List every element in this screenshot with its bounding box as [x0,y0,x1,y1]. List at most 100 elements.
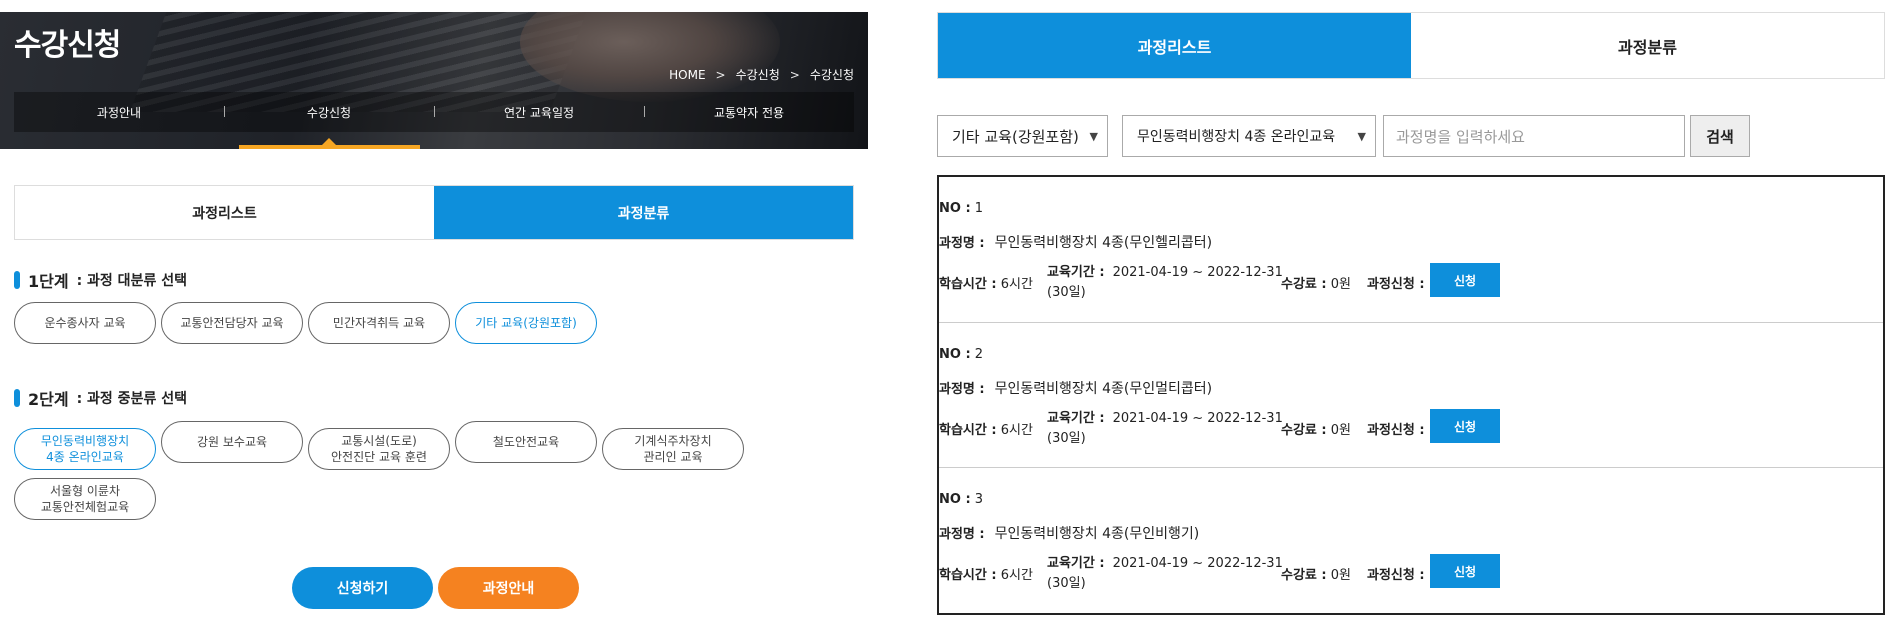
period-days: (30일) [1047,431,1086,446]
tab-course-category[interactable]: 과정분류 [434,186,853,239]
step1-heading: 1단계 : 과정 대분류 선택 [14,268,187,292]
page-title: 수강신청 [14,28,121,63]
study-hours: 학습시간 : 6시간 [939,564,1033,583]
hours-label: 학습시간 : [939,277,997,292]
tab-course-list[interactable]: 과정리스트 [938,13,1411,78]
hours-label: 학습시간 : [939,423,997,438]
option-line: 서울형 이륜차 [49,484,121,498]
option-line: 안전진단 교육 훈련 [331,450,427,464]
hours-value: 6시간 [1000,423,1033,438]
category-select[interactable]: 기타 교육(강원포함) ▼ [937,115,1108,157]
subcategory-select[interactable]: 무인동력비행장치 4종 온라인교육 ▼ [1122,115,1376,157]
course-name: 과정명 : 무인동력비행장치 4종(무인멀티콥터) [939,378,1212,398]
period-label: 교육기간 : [1047,265,1105,280]
course-no: NO : 1 [939,201,983,216]
course-name: 과정명 : 무인동력비행장치 4종(무인헬리콥터) [939,232,1212,252]
apply-button[interactable]: 신청하기 [292,567,433,609]
chevron-right-icon: > [715,67,726,82]
hours-value: 6시간 [1000,277,1033,292]
no-label: NO : [939,492,971,507]
apply-label: 과정신청 : [1367,568,1425,583]
course-label: 과정명 : [939,236,985,251]
step2-label: : 과정 중분류 선택 [76,391,187,407]
course-no: NO : 3 [939,492,983,507]
step1-label: : 과정 대분류 선택 [76,273,187,289]
breadcrumb-current[interactable]: 수강신청 [810,66,854,83]
course-list: NO : 1 과정명 : 무인동력비행장치 4종(무인헬리콥터) 학습시간 : 6… [937,175,1885,615]
course-period: 교육기간 : 2021-04-19 ~ 2022-12-31 (30일) [1047,554,1283,594]
course-apply-button[interactable]: 신청 [1430,554,1500,588]
tab-course-list[interactable]: 과정리스트 [15,186,434,239]
breadcrumb: HOME > 수강신청 > 수강신청 [669,66,854,83]
course-apply-button[interactable]: 신청 [1430,409,1500,443]
subcategory-option[interactable]: 서울형 이륜차교통안전체험교육 [14,478,156,520]
period-value: 2021-04-19 ~ 2022-12-31 [1112,265,1283,280]
course-tabs: 과정리스트 과정분류 [14,185,854,240]
step-marker [14,389,20,407]
subcategory-select-value: 무인동력비행장치 4종 온라인교육 [1137,129,1336,145]
fee-value: 0원 [1330,423,1351,438]
course-label: 과정명 : [939,527,985,542]
option-line: 관리인 교육 [643,450,703,464]
option-line: 무인동력비행장치 [40,434,130,448]
course-name-value: 무인동력비행장치 4종(무인비행기) [994,526,1200,542]
category-select-value: 기타 교육(강원포함) [952,127,1079,146]
subcategory-option[interactable]: 교통시설(도로) 안전진단 교육 훈련 [308,428,450,470]
course-no: NO : 2 [939,347,983,362]
course-name-value: 무인동력비행장치 4종(무인멀티콥터) [994,381,1213,397]
list-item: NO : 2 과정명 : 무인동력비행장치 4종(무인멀티콥터) 학습시간 : 6… [939,322,1883,467]
subcategory-option[interactable]: 기계식주차장치 관리인 교육 [602,428,744,470]
tab-course-category[interactable]: 과정분류 [1411,13,1884,78]
nav-item-annual-schedule[interactable]: 연간 교육일정 [434,104,644,121]
fee-label: 수강료 : [1281,568,1327,583]
subcategory-option[interactable]: 강원 보수교육 [161,421,303,463]
breadcrumb-item[interactable]: 수강신청 [736,66,780,83]
course-label: 과정명 : [939,382,985,397]
course-apply-button[interactable]: 신청 [1430,263,1500,297]
sub-nav: 과정안내 수강신청 연간 교육일정 교통약자 전용 [14,92,854,132]
study-hours: 학습시간 : 6시간 [939,419,1033,438]
nav-item-accessibility[interactable]: 교통약자 전용 [644,104,854,121]
apply-label: 과정신청 : [1367,423,1425,438]
hero-banner: 수강신청 HOME > 수강신청 > 수강신청 과정안내 수강신청 연간 교육일… [0,12,868,149]
category-option[interactable]: 운수종사자 교육 [14,302,156,344]
study-hours: 학습시간 : 6시간 [939,273,1033,292]
option-line: 강원 보수교육 [196,435,268,449]
no-label: NO : [939,347,971,362]
course-fee: 수강료 : 0원 [1281,273,1351,292]
course-name: 과정명 : 무인동력비행장치 4종(무인비행기) [939,523,1199,543]
list-item: NO : 1 과정명 : 무인동력비행장치 4종(무인헬리콥터) 학습시간 : 6… [939,177,1883,322]
no-value: 2 [974,347,984,362]
option-line: 철도안전교육 [492,435,560,449]
period-days: (30일) [1047,285,1086,300]
dropdown-arrow-icon: ▼ [1357,130,1366,143]
period-label: 교육기간 : [1047,556,1105,571]
search-input[interactable]: 과정명을 입력하세요 [1383,115,1685,157]
step1-number: 1단계 [28,272,69,291]
period-value: 2021-04-19 ~ 2022-12-31 [1112,556,1283,571]
option-line: 4종 온라인교육 [46,450,124,464]
subcategory-option[interactable]: 철도안전교육 [455,421,597,463]
category-option-selected[interactable]: 기타 교육(강원포함) [455,302,597,344]
course-period: 교육기간 : 2021-04-19 ~ 2022-12-31 (30일) [1047,263,1283,303]
fee-value: 0원 [1330,568,1351,583]
breadcrumb-home[interactable]: HOME [669,68,705,82]
subcategory-option-selected[interactable]: 무인동력비행장치 4종 온라인교육 [14,428,156,470]
course-tabs-right: 과정리스트 과정분류 [937,12,1885,79]
step2-heading: 2단계 : 과정 중분류 선택 [14,386,187,410]
list-item: NO : 3 과정명 : 무인동력비행장치 4종(무인비행기) 학습시간 : 6시… [939,467,1883,612]
course-guide-button[interactable]: 과정안내 [438,567,579,609]
option-line: 교통안전체험교육 [40,500,130,514]
nav-item-registration[interactable]: 수강신청 [224,104,434,121]
category-option[interactable]: 민간자격취득 교육 [308,302,450,344]
search-button[interactable]: 검색 [1690,115,1750,157]
left-panel: 수강신청 HOME > 수강신청 > 수강신청 과정안내 수강신청 연간 교육일… [0,0,868,623]
course-name-value: 무인동력비행장치 4종(무인헬리콥터) [994,235,1213,251]
period-label: 교육기간 : [1047,411,1105,426]
step2-number: 2단계 [28,390,69,409]
hours-label: 학습시간 : [939,568,997,583]
nav-item-course-guide[interactable]: 과정안내 [14,104,224,121]
category-option[interactable]: 교통안전담당자 교육 [161,302,303,344]
fee-label: 수강료 : [1281,277,1327,292]
nav-active-indicator [239,145,420,149]
